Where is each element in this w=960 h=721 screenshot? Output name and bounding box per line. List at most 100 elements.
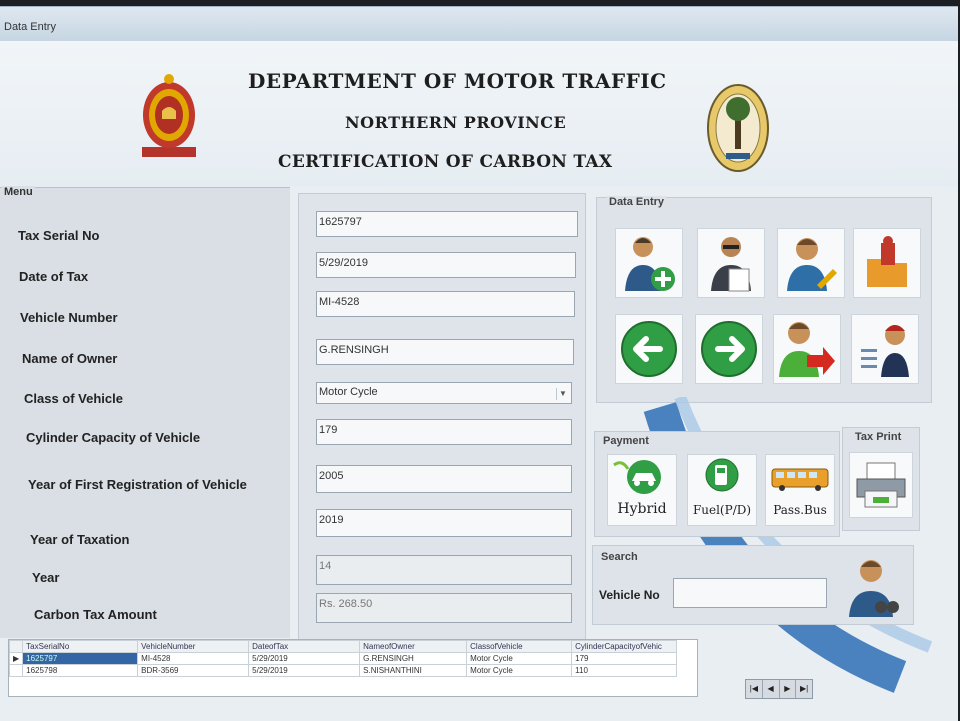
first-record-button[interactable]: |◀ (746, 680, 763, 698)
previous-button[interactable] (615, 314, 683, 384)
next-record-button[interactable]: ▶ (780, 680, 797, 698)
hybrid-button[interactable]: Hybrid (607, 454, 677, 526)
label-year: Year (32, 570, 60, 585)
name-of-owner-input[interactable]: G.RENSINGH (316, 339, 574, 365)
year-of-taxation-input[interactable]: 2019 (316, 509, 572, 537)
class-of-vehicle-select[interactable]: Motor Cycle ▼ (316, 382, 572, 404)
arrow-left-icon (621, 321, 677, 377)
folder-button[interactable] (853, 228, 921, 298)
col-header-cylinder-capacity[interactable]: CylinderCapacityofVehic (571, 640, 678, 653)
arrow-right-icon (701, 321, 757, 377)
tax-print-caption: Tax Print (853, 431, 904, 443)
label-cylinder-capacity: Cylinder Capacity of Vehicle (26, 430, 201, 445)
search-button[interactable] (843, 554, 905, 620)
grid-cell[interactable]: S.NISHANTHINI (359, 664, 468, 677)
next-button[interactable] (695, 314, 763, 384)
add-user-icon (625, 237, 675, 291)
chevron-down-icon[interactable]: ▼ (556, 388, 569, 400)
grid-cell[interactable]: G.RENSINGH (359, 652, 468, 665)
records-grid[interactable]: TaxSerialNo VehicleNumber DateofTax Name… (8, 639, 698, 697)
record-navigator: |◀ ◀ ▶ ▶| (745, 679, 813, 699)
grid-cell[interactable]: 179 (571, 652, 678, 665)
vehicle-no-search-input[interactable] (673, 578, 827, 608)
row-header-cell (8, 664, 24, 677)
label-name-of-owner: Name of Owner (22, 351, 118, 366)
year-input[interactable]: 14 (316, 555, 572, 585)
prev-record-button[interactable]: ◀ (763, 680, 780, 698)
data-entry-caption: Data Entry (607, 196, 667, 208)
header-department: DEPARTMENT OF MOTOR TRAFFIC (248, 69, 667, 93)
user-list-icon (861, 325, 909, 377)
col-header-tax-serial[interactable]: TaxSerialNo (22, 640, 139, 653)
bus-icon (771, 468, 829, 491)
header-certification: CERTIFICATION OF CARBON TAX (278, 152, 613, 172)
table-row[interactable]: 1625798 BDR-3569 5/29/2019 S.NISHANTHINI… (8, 664, 678, 677)
payment-group: Payment Hybrid Fuel(P/D) Pass.Bus (594, 431, 840, 537)
add-user-button[interactable] (615, 228, 683, 298)
pass-bus-label: Pass.Bus (773, 503, 827, 517)
col-header-date-of-tax[interactable]: DateofTax (248, 640, 361, 653)
label-vehicle-number: Vehicle Number (20, 310, 118, 325)
fuel-pump-icon (705, 458, 739, 492)
label-year-of-taxation: Year of Taxation (30, 532, 130, 547)
update-user-button[interactable] (777, 228, 845, 298)
grid-cell[interactable]: Motor Cycle (466, 664, 573, 677)
payment-caption: Payment (601, 435, 651, 447)
search-caption: Search (599, 551, 640, 563)
user-binoculars-icon (849, 560, 899, 617)
window-title: Data Entry (4, 21, 56, 33)
label-carbon-tax-amount: Carbon Tax Amount (34, 607, 157, 622)
date-of-tax-input[interactable]: 5/29/2019 (316, 252, 576, 278)
row-header-corner (8, 640, 24, 653)
vehicle-no-label: Vehicle No (599, 588, 660, 602)
national-emblem-logo (142, 74, 196, 157)
grid-cell[interactable]: Motor Cycle (466, 652, 573, 665)
user-document-icon (711, 237, 751, 292)
tax-print-group: Tax Print (842, 427, 920, 531)
user-pencil-icon (787, 238, 837, 291)
printer-icon (856, 462, 906, 508)
pass-bus-button[interactable]: Pass.Bus (765, 454, 835, 526)
col-header-class-of-vehicle[interactable]: ClassofVehicle (466, 640, 573, 653)
first-registration-year-input[interactable]: 2005 (316, 465, 572, 493)
table-row[interactable]: ▶ 1625797 MI-4528 5/29/2019 G.RENSINGH M… (8, 652, 678, 665)
menu-caption: Menu (2, 186, 35, 198)
col-header-vehicle-number[interactable]: VehicleNumber (137, 640, 250, 653)
header-province: NORTHERN PROVINCE (345, 113, 567, 132)
fuel-label: Fuel(P/D) (692, 503, 752, 517)
vehicle-number-input[interactable]: MI-4528 (316, 291, 575, 317)
row-pointer-icon: ▶ (8, 652, 24, 665)
hybrid-car-icon (613, 460, 661, 494)
fuel-button[interactable]: Fuel(P/D) (687, 454, 757, 526)
label-date-of-tax: Date of Tax (19, 269, 89, 284)
label-class-of-vehicle: Class of Vehicle (24, 391, 123, 406)
app-window: Data Entry x DEPARTMENT OF MOTOR TRAFFIC… (0, 6, 958, 721)
grid-cell[interactable]: 5/29/2019 (248, 652, 361, 665)
print-button[interactable] (849, 452, 913, 518)
hybrid-label: Hybrid (617, 501, 667, 517)
label-tax-serial-no: Tax Serial No (18, 228, 100, 243)
user-arrow-icon (779, 322, 835, 377)
grid-cell[interactable]: 1625797 (22, 652, 139, 665)
grid-header-row: TaxSerialNo VehicleNumber DateofTax Name… (8, 640, 678, 653)
grid-cell[interactable]: 110 (571, 664, 678, 677)
class-of-vehicle-value: Motor Cycle (319, 386, 378, 398)
data-entry-group: Data Entry (596, 196, 932, 403)
grid-cell[interactable]: MI-4528 (137, 652, 250, 665)
records-table: TaxSerialNo VehicleNumber DateofTax Name… (8, 640, 678, 677)
cylinder-capacity-input[interactable]: 179 (316, 419, 572, 445)
grid-cell[interactable]: BDR-3569 (137, 664, 250, 677)
label-first-registration: Year of First Registration of Vehicle (28, 477, 247, 492)
carbon-tax-amount-input[interactable]: Rs. 268.50 (316, 593, 572, 623)
col-header-name-of-owner[interactable]: NameofOwner (359, 640, 468, 653)
user-list-button[interactable] (851, 314, 919, 384)
folder-icon (867, 236, 907, 287)
tax-serial-no-input[interactable]: 1625797 (316, 211, 578, 237)
last-record-button[interactable]: ▶| (796, 680, 812, 698)
grid-cell[interactable]: 1625798 (22, 664, 139, 677)
header: DEPARTMENT OF MOTOR TRAFFIC NORTHERN PRO… (0, 41, 958, 187)
provincial-emblem-logo (707, 84, 769, 172)
transfer-user-button[interactable] (773, 314, 841, 384)
grid-cell[interactable]: 5/29/2019 (248, 664, 361, 677)
edit-record-button[interactable] (697, 228, 765, 298)
